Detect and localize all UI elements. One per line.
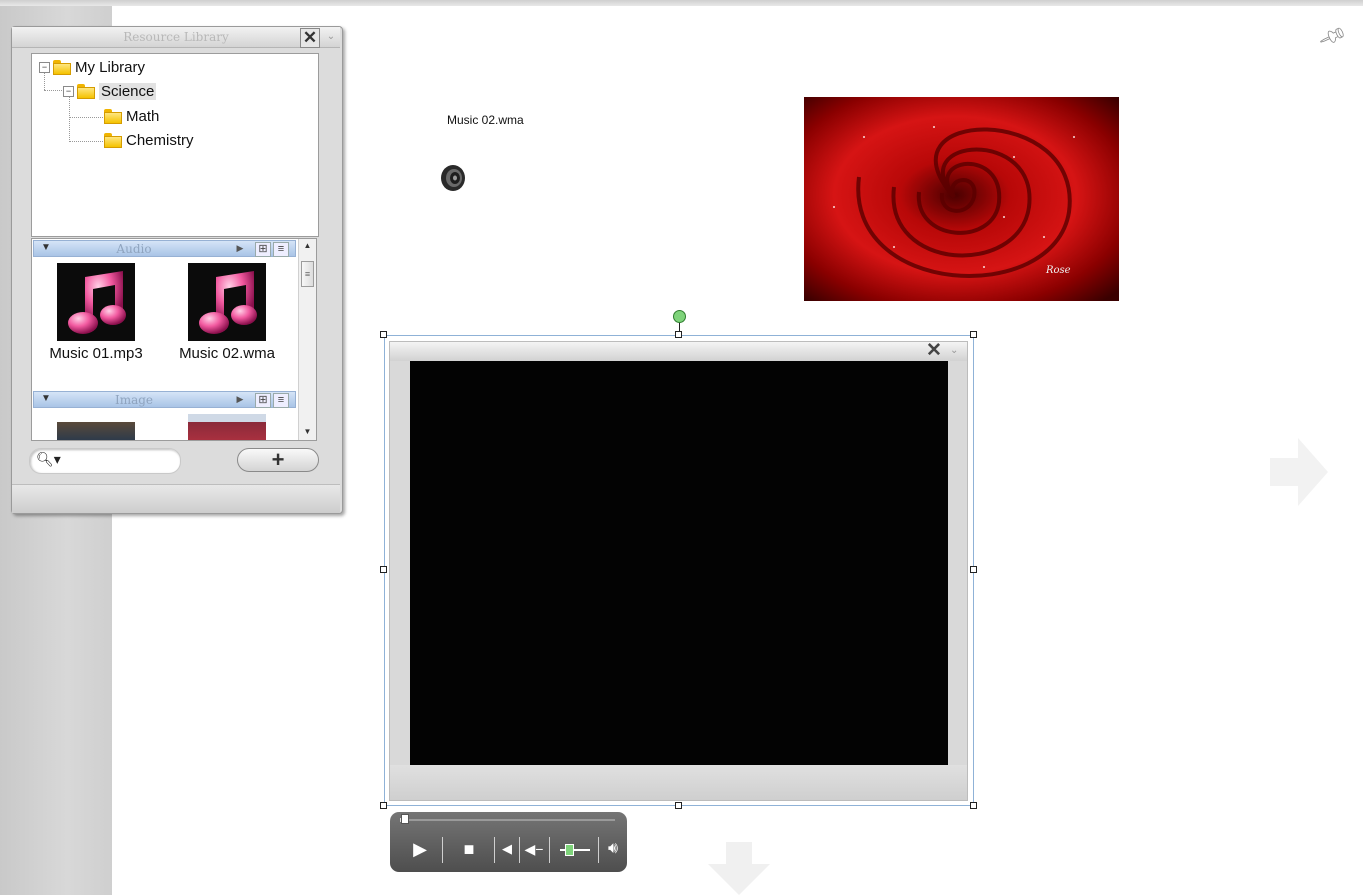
section-title: Image — [114, 393, 154, 407]
tree-item-my-library[interactable]: − My Library — [39, 56, 145, 78]
close-icon[interactable]: ✕ — [300, 28, 320, 48]
music-note-icon — [199, 271, 257, 334]
section-header-image[interactable]: ▼ Image ▶ ⊞ ≡ — [33, 391, 296, 408]
image-thumbnail-2[interactable] — [188, 414, 266, 440]
window-menu-icon[interactable]: ⌄ — [950, 342, 962, 360]
grid-view-icon[interactable]: ⊞ — [255, 393, 271, 408]
resource-library-panel: Resource Library ✕ ⌄ − My Library − Scie… — [11, 26, 343, 514]
separator — [549, 837, 550, 863]
collapse-icon[interactable]: − — [39, 61, 50, 73]
section-title: Audio — [116, 242, 152, 256]
resize-handle-sw[interactable] — [380, 802, 387, 809]
resize-handle-w[interactable] — [380, 566, 387, 573]
tree-item-label: Math — [126, 107, 160, 125]
image-thumbnail-1[interactable] — [57, 422, 135, 440]
close-icon[interactable]: ✕ — [924, 341, 944, 360]
resize-handle-e[interactable] — [970, 566, 977, 573]
search-input[interactable]: 🔍︎▾ — [29, 448, 181, 474]
folder-icon — [104, 108, 122, 124]
folder-tree: − My Library − Science Math Chemistry — [31, 53, 319, 237]
previous-icon[interactable]: ◀ — [500, 836, 514, 862]
rewind-icon[interactable]: ◀− — [523, 836, 545, 862]
panel-menu-icon[interactable]: ⌄ — [325, 28, 337, 46]
scroll-thumb[interactable]: ≡ — [301, 261, 314, 287]
music-note-icon — [68, 271, 126, 334]
video-player-window[interactable]: ✕ ⌄ — [389, 341, 968, 801]
image-watermark: Rose — [1046, 265, 1071, 276]
volume-knob[interactable] — [565, 844, 574, 856]
scroll-up-icon[interactable]: ▲ — [299, 239, 316, 253]
add-resource-button[interactable]: + — [237, 448, 319, 472]
tree-item-chemistry[interactable]: Chemistry — [104, 129, 194, 151]
volume-icon[interactable]: 🔊︎ — [602, 836, 624, 862]
top-border — [0, 0, 1363, 6]
scrollbar[interactable]: ▲ ≡ ▼ — [298, 239, 316, 440]
rose-picture — [804, 97, 1119, 301]
video-bottom-bar — [390, 765, 967, 800]
pin-icon[interactable]: 📌︎ — [1316, 20, 1348, 52]
scroll-down-icon[interactable]: ▼ — [299, 425, 316, 439]
rose-image[interactable]: Rose — [804, 97, 1119, 301]
tree-line — [44, 90, 62, 91]
audio-item-label[interactable]: Music 01.mp3 — [41, 345, 151, 362]
folder-icon — [104, 132, 122, 148]
next-page-arrow-icon[interactable] — [1268, 436, 1330, 508]
tree-item-label: My Library — [75, 58, 146, 76]
audio-thumbnail-2[interactable] — [188, 263, 266, 341]
play-section-icon[interactable]: ▶ — [233, 393, 247, 406]
list-view-icon[interactable]: ≡ — [273, 242, 289, 257]
resize-handle-se[interactable] — [970, 802, 977, 809]
media-controls: ▶ ■ ◀ ◀− 🔊︎ — [390, 812, 627, 872]
rotate-handle[interactable] — [673, 310, 686, 323]
tree-item-label: Science — [99, 82, 157, 100]
resize-handle-nw[interactable] — [380, 331, 387, 338]
folder-icon — [77, 83, 95, 99]
audio-item-label[interactable]: Music 02.wma — [172, 345, 282, 362]
play-section-icon[interactable]: ▶ — [233, 242, 247, 255]
separator — [519, 837, 520, 863]
stop-icon[interactable]: ■ — [458, 836, 480, 862]
play-icon[interactable]: ▶ — [410, 836, 430, 862]
separator — [442, 837, 443, 863]
collapse-icon[interactable]: − — [63, 85, 74, 97]
separator — [494, 837, 495, 863]
tree-line — [69, 117, 105, 118]
audio-thumbnail-1[interactable] — [57, 263, 135, 341]
panel-title[interactable]: Resource Library — [12, 27, 340, 48]
progress-bar[interactable] — [400, 818, 615, 822]
tree-line — [69, 141, 105, 142]
video-title-bar[interactable] — [390, 342, 967, 361]
search-icon[interactable]: 🔍︎▾ — [36, 451, 61, 468]
grid-view-icon[interactable]: ⊞ — [255, 242, 271, 257]
resize-handle-ne[interactable] — [970, 331, 977, 338]
section-header-audio[interactable]: ▼ Audio ▶ ⊞ ≡ — [33, 240, 296, 257]
list-view-icon[interactable]: ≡ — [273, 393, 289, 408]
resize-handle-s[interactable] — [675, 802, 682, 809]
panel-footer — [12, 484, 340, 513]
video-screen[interactable] — [410, 361, 948, 765]
resize-handle-n[interactable] — [675, 331, 682, 338]
speaker-icon[interactable] — [436, 162, 468, 194]
tree-item-science[interactable]: − Science — [63, 80, 157, 102]
tree-item-math[interactable]: Math — [104, 105, 159, 127]
down-arrow-icon[interactable] — [706, 842, 772, 895]
audio-object-label: Music 02.wma — [447, 113, 524, 127]
separator — [598, 837, 599, 863]
tree-item-label: Chemistry — [126, 131, 194, 149]
resource-list: ▼ Audio ▶ ⊞ ≡ Music 01.mp3 Music 02.wma … — [31, 238, 317, 441]
progress-knob[interactable] — [401, 814, 410, 824]
folder-icon — [53, 59, 71, 75]
